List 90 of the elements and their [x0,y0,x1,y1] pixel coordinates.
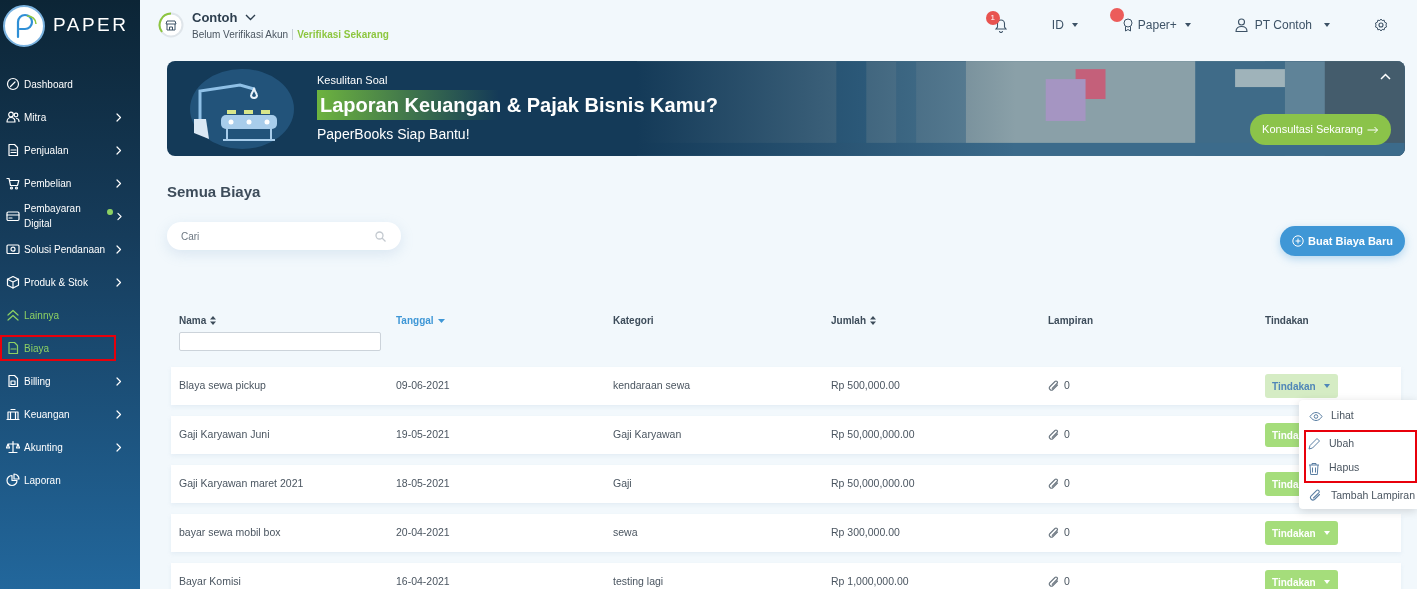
verification-status: Belum Verifikasi Akun [192,28,289,43]
table-cell: 18-05-2021 [396,477,450,490]
search-field[interactable]: Cari [167,222,401,250]
table-cell: Rp 50,000,000.00 [831,428,915,441]
table-cell: Rp 50,000,000.00 [831,477,915,490]
attachment-count: 0 [1064,427,1070,443]
sidebar-item[interactable]: Solusi Pendanaan [0,236,134,262]
settings-icon[interactable] [1374,18,1388,32]
trash-icon [1307,461,1321,475]
paperclip-icon [1048,478,1060,490]
table-cell: Rp 300,000.00 [831,526,900,539]
paperclip-icon [1048,429,1060,441]
table-cell: 20-04-2021 [396,526,450,539]
column-header: Kategori [613,314,654,328]
pencil-icon [1307,437,1321,451]
table-cell: Gaji Karyawan maret 2021 [179,477,304,490]
filter-field[interactable] [179,332,381,351]
table-cell: Rp 1,000,000.00 [831,575,909,588]
paperclip-icon [1309,489,1323,503]
plan-menu[interactable]: Paper+ [1121,16,1191,34]
table-cell: Gaji [613,477,632,490]
dropdown-item[interactable]: Hapus [1304,456,1417,483]
sidebar-item[interactable]: Keuangan [0,401,134,427]
column-header: Lampiran [1048,314,1093,328]
table-cell: kendaraan sewa [613,379,691,392]
sidebar-item[interactable]: Billing [0,368,134,394]
page-title: Semua Biaya [167,182,262,202]
search-icon [375,231,386,242]
double-chevron-icon [6,308,20,322]
language-menu[interactable]: ID [1051,16,1078,34]
column-header[interactable]: Nama [179,313,217,328]
sidebar-item[interactable]: Dashboard [0,71,134,97]
plus-circle-icon [1292,235,1304,247]
notification-badge: 1 [985,11,1000,25]
document-icon [6,341,20,355]
document-icon [6,374,20,388]
company-name: Contoh [192,8,238,27]
card-icon [6,209,20,223]
table-cell: sewa [613,526,638,539]
table-cell: Gaji Karyawan [613,428,682,441]
cart-icon [6,176,20,190]
dropdown-item[interactable]: Ubah [1304,429,1417,456]
logo-text: PAPER [53,13,129,38]
sidebar-item[interactable]: Penjualan [0,137,134,163]
people-icon [6,110,20,124]
table-cell: Blaya sewa pickup [179,379,266,392]
document-icon [6,143,20,157]
table-cell: testing lagi [613,575,664,588]
attachment-count: 0 [1064,476,1070,492]
award-icon [1121,18,1134,32]
box-icon [6,275,20,289]
logo-icon[interactable] [3,4,45,47]
store-icon [158,12,184,38]
attachment-count: 0 [1064,574,1070,589]
table-cell: 09-06-2021 [396,379,450,392]
table-cell: Bayar Komisi [179,575,241,588]
chevron-up-icon[interactable] [1380,73,1391,80]
table-cell: 16-04-2021 [396,575,450,588]
banner-kicker: Kesulitan Soal [317,72,389,88]
table-cell: Rp 500,000.00 [831,379,900,392]
gauge-icon [6,77,20,91]
sidebar-item[interactable]: Biaya [0,335,116,361]
bell-icon[interactable] [993,17,1008,33]
banknote-icon [6,242,20,256]
attachment-count: 0 [1064,378,1070,394]
building-icon [6,407,20,421]
column-header: Tindakan [1265,314,1309,328]
eye-icon [1309,409,1323,423]
sidebar-item[interactable]: Pembelian [0,170,134,196]
table-cell: Gaji Karyawan Juni [179,428,270,441]
sidebar-item[interactable]: Akunting [0,434,134,460]
paperclip-icon [1048,576,1060,588]
sidebar-item[interactable]: Laporan [0,467,134,493]
sidebar-item[interactable]: Pembayaran Digital [0,203,134,229]
table-cell: 19-05-2021 [396,428,450,441]
scale-icon [6,440,20,454]
banner-subtitle: PaperBooks Siap Bantu! [317,125,471,145]
sidebar-item[interactable]: Lainnya [0,302,134,328]
arrow-right-icon [1367,125,1379,134]
pie-chart-icon [6,473,20,487]
sidebar-item[interactable]: Mitra [0,104,134,130]
paperclip-icon [1048,527,1060,539]
column-header[interactable]: Jumlah [831,313,876,328]
sidebar-item[interactable]: Produk & Stok [0,269,134,295]
paperclip-icon [1048,380,1060,392]
chevron-down-icon[interactable] [245,14,257,21]
table-cell: bayar sewa mobil box [179,526,281,539]
attachment-count: 0 [1064,525,1070,541]
user-menu[interactable]: PT Contoh [1234,16,1330,34]
user-icon [1234,18,1248,32]
